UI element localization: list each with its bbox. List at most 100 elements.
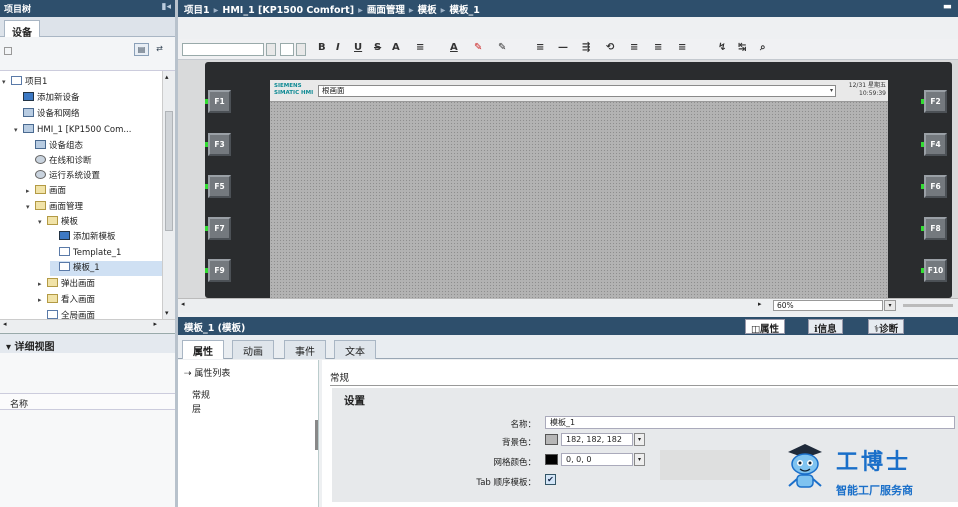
breadcrumb-item[interactable]: 项目1 — [184, 5, 210, 16]
tree-item[interactable]: ▸ 弹出画面 — [38, 277, 162, 292]
tree-item[interactable]: Template_1 — [50, 246, 162, 261]
scroll-thumb[interactable] — [165, 111, 173, 231]
scroll-left-icon[interactable]: ◂ — [181, 300, 185, 308]
tree-item[interactable]: ▸ 看入画面 — [38, 293, 162, 308]
tree-item[interactable]: ▾ HMI_1 [KP1500 Com... — [14, 123, 162, 138]
size-dropdown[interactable] — [296, 43, 306, 56]
tree-item[interactable]: 设备和网络 — [14, 107, 162, 122]
function-key-f4[interactable]: F4 — [921, 133, 947, 156]
nav-splitter[interactable] — [315, 420, 318, 450]
scroll-right-icon[interactable]: ▸ — [153, 320, 157, 328]
flip-icon[interactable]: ↯ — [718, 42, 726, 53]
scroll-left-icon[interactable]: ◂ — [3, 320, 7, 328]
collapse-icon[interactable]: ▮◂ — [162, 2, 171, 12]
tab-properties-list[interactable]: 属性 — [182, 340, 224, 359]
size-button[interactable]: ≡ — [678, 42, 686, 53]
bold-button[interactable]: B — [318, 42, 326, 53]
group-button[interactable]: ≡ — [654, 42, 662, 53]
background-color-field[interactable]: 182, 182, 182 — [561, 433, 633, 446]
tree-item-label: 弹出画面 — [61, 279, 96, 289]
zoom-slider[interactable] — [903, 304, 953, 307]
function-key-f2[interactable]: F2 — [921, 90, 947, 113]
nav-item-layer[interactable]: 层 — [192, 402, 201, 415]
hmi-screen-area[interactable] — [270, 80, 888, 298]
breadcrumb-item[interactable]: 模板 — [418, 5, 437, 16]
tab-order-template-checkbox[interactable]: ✔ — [545, 474, 556, 485]
tree-item[interactable]: ▾ 画面管理 — [26, 200, 162, 215]
tree-item[interactable]: 运行系统设置 — [26, 169, 162, 184]
function-key-f1[interactable]: F1 — [205, 90, 231, 113]
scroll-up-icon[interactable]: ▴ — [165, 73, 169, 81]
chevron-down-icon[interactable]: ▾ — [884, 300, 896, 311]
tree-item[interactable]: 添加新模板 — [50, 230, 162, 245]
tree-item[interactable]: ▾ 项目1 — [2, 75, 162, 90]
tab-events[interactable]: 事件 — [284, 340, 326, 359]
size-select[interactable] — [280, 43, 294, 56]
align-button[interactable]: ≡ — [416, 42, 424, 53]
expand-arrow-icon[interactable]: ▾ — [14, 123, 23, 138]
function-key-f10[interactable]: F10 — [921, 259, 947, 282]
tab-info[interactable]: ℹ信息 — [808, 319, 843, 335]
name-column-header[interactable]: 名称 — [0, 393, 175, 410]
zoom-area-icon[interactable]: ⌕ — [760, 42, 766, 53]
expand-arrow-icon[interactable]: ▾ — [26, 200, 35, 215]
breadcrumb-item[interactable]: HMI_1 [KP1500 Comfort] — [222, 5, 354, 16]
screen-selector[interactable]: 根画面 ▾ — [318, 85, 836, 97]
tree-item[interactable]: 设备组态 — [26, 139, 162, 154]
italic-button[interactable]: I — [336, 42, 340, 53]
grid-color-field[interactable]: 0, 0, 0 — [561, 453, 633, 466]
font-size-button[interactable]: A — [392, 42, 400, 53]
breadcrumb-item[interactable]: 画面管理 — [367, 5, 405, 16]
expand-arrow-icon[interactable]: ▸ — [38, 293, 47, 308]
expand-arrow-icon[interactable]: ▾ — [2, 75, 11, 90]
tree-item[interactable]: ▸ 画面 — [26, 184, 162, 199]
function-key-f9[interactable]: F9 — [205, 259, 231, 282]
font-dropdown[interactable] — [266, 43, 276, 56]
chevron-down-icon[interactable]: ▾ — [634, 453, 645, 466]
font-select[interactable] — [182, 43, 264, 56]
tree-item[interactable]: 全局画面 — [38, 309, 162, 319]
detail-view-header[interactable]: ▾ 详细视图 — [0, 333, 175, 353]
expand-arrow-icon[interactable]: ▾ — [38, 215, 47, 230]
tab-row: 设备 — [0, 17, 175, 42]
tab-order-icon[interactable]: ↹ — [738, 42, 746, 53]
tab-texts[interactable]: 文本 — [334, 340, 376, 359]
breadcrumb-item[interactable]: 模板_1 — [449, 5, 479, 16]
minimize-icon[interactable]: ▬ — [943, 1, 952, 12]
function-key-f7[interactable]: F7 — [205, 217, 231, 240]
arrange-icon[interactable]: ⇶ — [582, 42, 590, 53]
expand-arrow-icon[interactable]: ▸ — [38, 277, 47, 292]
scroll-down-icon[interactable]: ▾ — [165, 309, 169, 317]
tree-item[interactable]: 添加新设备 — [14, 91, 162, 106]
underline-button[interactable]: U — [354, 42, 362, 53]
distribute-button[interactable]: ≡ — [630, 42, 638, 53]
rotate-icon[interactable]: ⟲ — [606, 42, 614, 53]
tab-properties[interactable]: ◫属性 — [745, 319, 785, 335]
function-key-f5[interactable]: F5 — [205, 175, 231, 198]
expand-arrow-icon[interactable]: ▸ — [26, 184, 35, 199]
scroll-right-icon[interactable]: ▸ — [758, 300, 762, 308]
property-list-header[interactable]: ⇢ 属性列表 — [184, 366, 230, 379]
name-field[interactable]: 模板_1 — [545, 416, 955, 429]
swap-icon[interactable]: ⇄ — [152, 43, 167, 56]
line-width-button[interactable]: — — [558, 42, 568, 53]
line-color-icon[interactable]: ✎ — [498, 42, 506, 53]
fill-color-icon[interactable]: ✎ — [474, 42, 482, 53]
tab-diagnostics[interactable]: ⚕诊断 — [868, 319, 905, 335]
tree-vertical-scrollbar[interactable]: ▴ ▾ — [162, 71, 175, 319]
tree-item[interactable]: 在线和诊断 — [26, 154, 162, 169]
function-key-f6[interactable]: F6 — [921, 175, 947, 198]
chevron-down-icon[interactable]: ▾ — [634, 433, 645, 446]
text-color-button[interactable]: A — [450, 42, 458, 53]
list-view-icon[interactable]: ▤ — [134, 43, 149, 56]
strikethrough-button[interactable]: S — [374, 42, 381, 53]
line-style-button[interactable]: ≡ — [536, 42, 544, 53]
tree-item[interactable]: ▾ 模板 — [38, 215, 162, 230]
tree-horizontal-scrollbar[interactable]: ◂ ▸ — [0, 319, 175, 332]
function-key-f8[interactable]: F8 — [921, 217, 947, 240]
nav-item-general[interactable]: 常规 — [192, 388, 210, 401]
tab-animation[interactable]: 动画 — [232, 340, 274, 359]
tree-item[interactable]: 模板_1 — [50, 261, 162, 276]
function-key-f3[interactable]: F3 — [205, 133, 231, 156]
zoom-select[interactable]: 60% — [773, 300, 883, 311]
